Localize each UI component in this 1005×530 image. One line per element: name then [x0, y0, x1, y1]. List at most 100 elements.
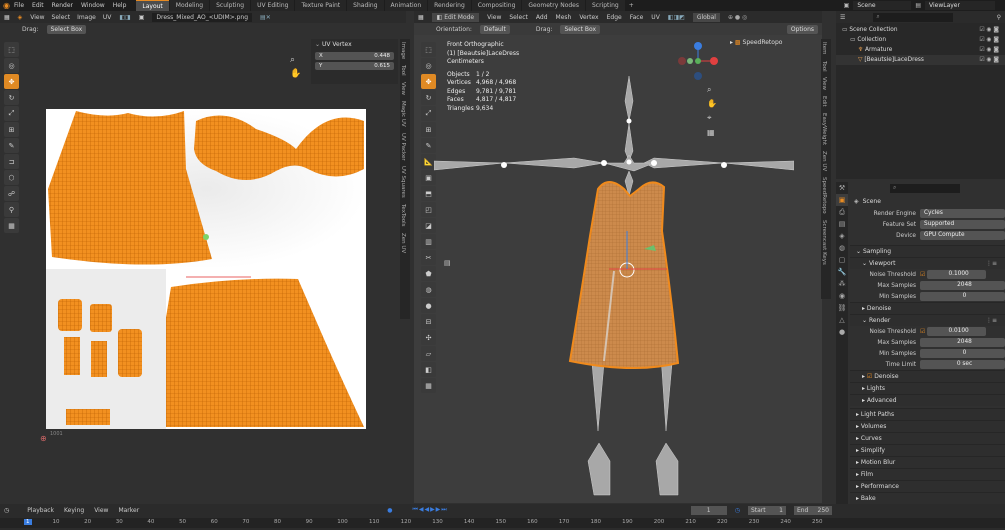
r-noise-field[interactable]: 0.0100 [927, 327, 986, 336]
pinch-tool-icon[interactable]: ⚲ [4, 202, 19, 217]
uv-tab-zen-uv[interactable]: Zen UV [400, 230, 406, 256]
viewlayer-icon[interactable]: ▤ [915, 2, 921, 9]
r-denoise-section[interactable]: ▸ ☑ Denoise [850, 370, 1005, 382]
viewport-menu-vertex[interactable]: Vertex [579, 14, 598, 21]
viewport-tab-tool[interactable]: Tool [821, 58, 827, 75]
uv-tab-uv-squares[interactable]: UV Squares [400, 163, 406, 201]
current-frame-field[interactable]: 1 [690, 505, 727, 515]
viewport-menu-select[interactable]: Select [509, 14, 528, 21]
r-noise-checkbox[interactable]: ☑ [920, 329, 925, 335]
transform-selector[interactable]: Global [692, 12, 720, 22]
section-volumes[interactable]: ▸ Volumes [850, 420, 1005, 432]
move-tool-icon[interactable]: ✥ [4, 74, 19, 89]
viewport-tab-item[interactable]: Item [821, 39, 827, 58]
world-tab-icon[interactable]: ◍ [836, 242, 848, 254]
sampling-section[interactable]: ⌄ Sampling [850, 245, 1005, 257]
menu-file[interactable]: File [14, 2, 24, 9]
playback-controls[interactable]: ⏮◀◀▶▶⏭ [412, 506, 447, 514]
output-tab-icon[interactable]: ⎙ [836, 206, 848, 218]
render-engine-dropdown[interactable]: Cycles [920, 209, 1005, 218]
viewport-tab-speedretopo[interactable]: SpeedRetopo [821, 174, 827, 217]
object-tab-icon[interactable]: ▢ [836, 254, 848, 266]
viewport-menu-mesh[interactable]: Mesh [556, 14, 572, 21]
menu-edit[interactable]: Edit [32, 2, 44, 9]
feature-set-dropdown[interactable]: Supported [920, 220, 1005, 229]
lights-section[interactable]: ▸ Lights [850, 382, 1005, 394]
viewport-menu-uv[interactable]: UV [651, 14, 660, 21]
end-field[interactable]: End 250 [793, 505, 832, 515]
uv-tab-view[interactable]: View [400, 79, 406, 98]
uv-y-field[interactable]: Y 0.615 [315, 62, 394, 70]
outliner-item[interactable]: ♆ Armature ☑ ◉ ◙ [836, 45, 1005, 55]
advanced-section[interactable]: ▸ Advanced [850, 394, 1005, 406]
drag-select-box-3d[interactable]: Select Box [560, 24, 601, 34]
uv-tab-tool[interactable]: Tool [400, 62, 406, 79]
constraints-tab-icon[interactable]: ⛓ [836, 302, 848, 314]
speedretopo-panel[interactable]: ▸ ▩ SpeedRetopo [730, 39, 782, 46]
uv-image-canvas[interactable] [46, 109, 366, 429]
scene-tab-icon[interactable]: ◈ [836, 230, 848, 242]
workspace-tab-geometry-nodes[interactable]: Geometry Nodes [522, 0, 585, 11]
scene-name[interactable]: Scene [853, 1, 912, 10]
uv-tab-image[interactable]: Image [400, 39, 406, 62]
modifier-tab-icon[interactable]: 🔧 [836, 266, 848, 278]
uv-tab-uv-packer[interactable]: UV Packer [400, 130, 406, 164]
mode-selector[interactable]: ◧ Edit Mode [431, 12, 480, 22]
orientation-dropdown[interactable]: Default [479, 24, 510, 34]
menu-help[interactable]: Help [113, 2, 127, 9]
section-bake[interactable]: ▸ Bake [850, 492, 1005, 504]
vp-max-field[interactable]: 2048 [920, 281, 1005, 290]
uv-menu-image[interactable]: Image [77, 14, 96, 21]
viewport-subsection[interactable]: ⌄ Viewport ⋮≡ [850, 257, 1005, 269]
material-tab-icon[interactable]: ● [836, 326, 848, 338]
tool-tab-icon[interactable]: ⚒ [836, 182, 848, 194]
add-workspace-button[interactable]: + [626, 2, 637, 9]
visibility-icon[interactable]: ☑ ◉ ◙ [979, 55, 1005, 65]
visibility-icon[interactable]: ☑ ◉ ◙ [979, 35, 1005, 45]
timeline-menu-view[interactable]: View [94, 507, 108, 514]
pan-icon[interactable]: ✋ [290, 69, 301, 79]
menu-window[interactable]: Window [81, 2, 105, 9]
viewport-menu-add[interactable]: Add [536, 14, 548, 21]
outliner-search[interactable]: ⌕ [873, 12, 954, 22]
workspace-tab-rendering[interactable]: Rendering [428, 0, 471, 11]
vp-denoise-section[interactable]: ▸ Denoise [850, 302, 1005, 314]
workspace-tab-compositing[interactable]: Compositing [471, 0, 522, 11]
workspace-tab-shading[interactable]: Shading [347, 0, 384, 11]
uv-menu-view[interactable]: View [30, 14, 44, 21]
view-layer-tab-icon[interactable]: ▤ [836, 218, 848, 230]
timeline-menu-marker[interactable]: Marker [118, 507, 139, 514]
uv-menu-uv[interactable]: UV [103, 14, 112, 21]
uv-tab-magic-uv[interactable]: Magic UV [400, 98, 406, 130]
grab-tool-icon[interactable]: ⬡ [4, 170, 19, 185]
annotate-tool-icon[interactable]: ✎ [4, 138, 19, 153]
workspace-tab-scripting[interactable]: Scripting [586, 0, 625, 11]
section-performance[interactable]: ▸ Performance [850, 480, 1005, 492]
viewport-editor-icon[interactable]: ▦ [418, 14, 424, 21]
timeline-menu-playback[interactable]: Playback [27, 507, 54, 514]
vp-noise-field[interactable]: 0.1000 [927, 270, 986, 279]
viewport-tab-edit[interactable]: Edit [821, 93, 827, 110]
r-time-field[interactable]: 0 sec [920, 360, 1005, 369]
cursor-tool-icon[interactable]: ◎ [4, 58, 19, 73]
r-min-field[interactable]: 0 [920, 349, 1005, 358]
vp-min-field[interactable]: 0 [920, 292, 1005, 301]
options-button[interactable]: Options [786, 24, 818, 34]
scene-icon[interactable]: ▣ [844, 2, 850, 9]
image-icons[interactable]: ▤✕ [260, 14, 271, 21]
workspace-tab-uv-editing[interactable]: UV Editing [251, 0, 295, 11]
workspace-tab-layout[interactable]: Layout [136, 0, 169, 11]
device-dropdown[interactable]: GPU Compute [920, 231, 1005, 240]
outliner-type-icon[interactable]: ☰ [840, 14, 845, 21]
transform-tool-icon[interactable]: ⊞ [4, 122, 19, 137]
viewport-tab-screencast-keys[interactable]: Screencast Keys [821, 217, 827, 268]
viewport-menu-view[interactable]: View [487, 14, 501, 21]
image-browse-icon[interactable]: ▣ [139, 14, 145, 21]
section-film[interactable]: ▸ Film [850, 468, 1005, 480]
uv-select-mode-icons[interactable]: ◧◨ [119, 14, 130, 21]
workspace-tab-sculpting[interactable]: Sculpting [210, 0, 251, 11]
record-icon[interactable]: ● [387, 507, 392, 514]
vp-noise-checkbox[interactable]: ☑ [920, 272, 925, 278]
zoom-icon[interactable]: ⌕ [290, 55, 295, 65]
section-light-paths[interactable]: ▸ Light Paths [850, 408, 1005, 420]
